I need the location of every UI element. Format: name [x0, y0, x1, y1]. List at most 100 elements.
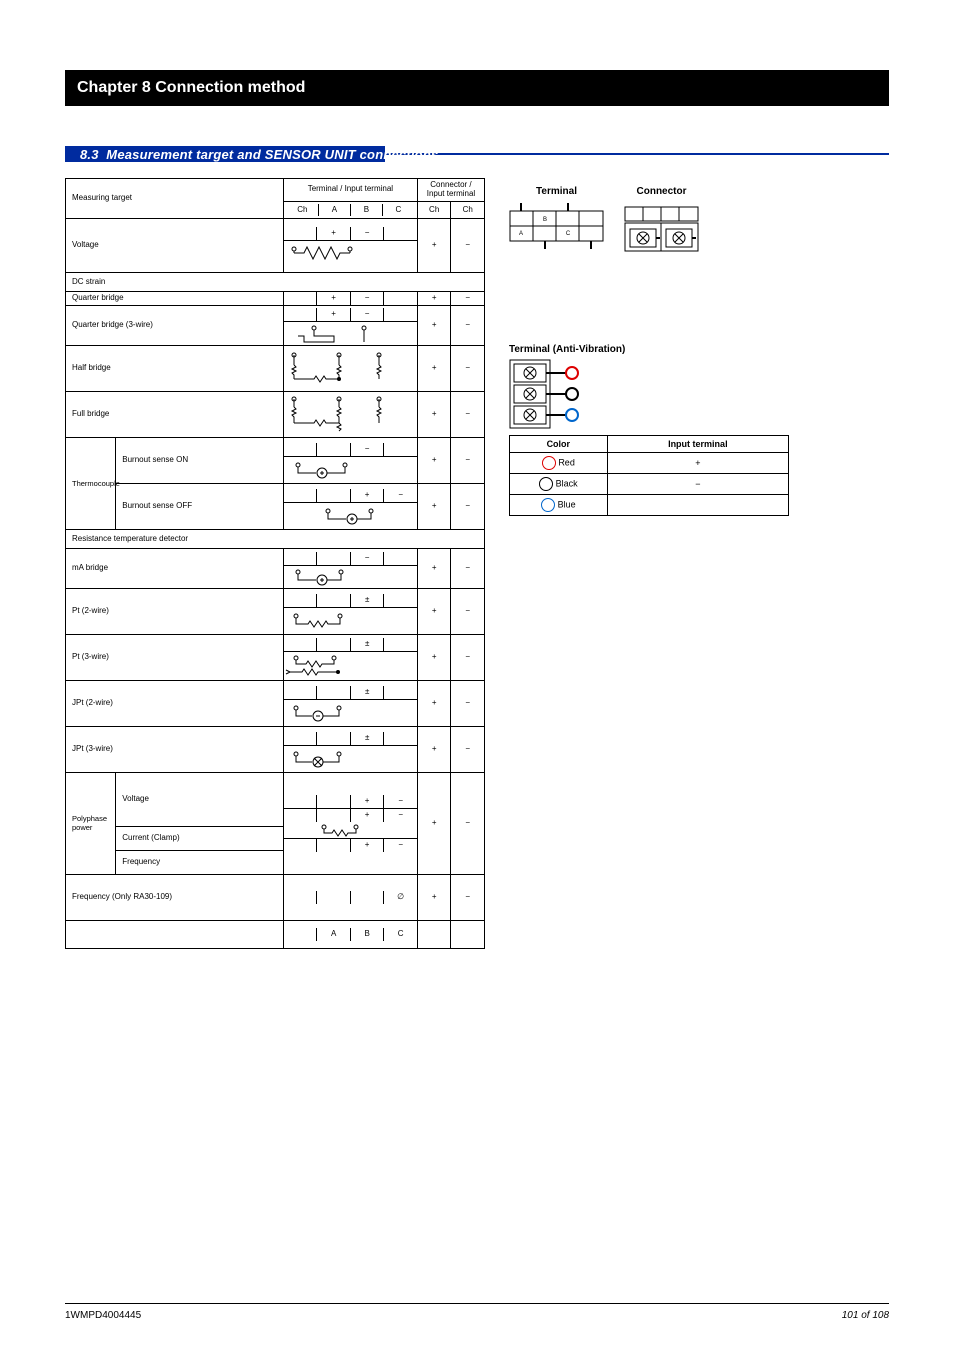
row-quarter3-label: Quarter bridge (3-wire) — [66, 306, 284, 346]
cell-ma-b: − — [351, 552, 385, 565]
th-connector: Connector / Input terminal — [417, 179, 484, 202]
cell-blue-val — [607, 495, 788, 516]
cell-cur-b: + — [351, 809, 385, 822]
cell-jpt3-minus: − — [451, 727, 485, 773]
tc-off-label: OFF — [176, 501, 192, 510]
cell-bot-minus — [451, 921, 485, 949]
row-tc-off-label: Burnout sense OFF — [116, 484, 284, 530]
group-rtd: Resistance temperature detector — [66, 530, 485, 549]
cell-v2-b: + — [351, 795, 385, 808]
ma-bridge-icon — [284, 566, 384, 586]
group-poly: Polyphase power — [66, 773, 116, 875]
cell-ma-plus: + — [417, 549, 451, 589]
section-title-text: 8.3 Measurement target and SENSOR UNIT c… — [80, 147, 438, 162]
lbl-black: Black — [556, 478, 578, 488]
cell-tc-off-b: + — [351, 489, 385, 502]
cell-jpt3-b: ± — [351, 732, 385, 745]
row-full-diag — [283, 392, 417, 438]
cell-ma-minus: − — [451, 549, 485, 589]
th-input: Input terminal — [607, 436, 788, 453]
thermocouple-icon — [284, 457, 384, 479]
row-ma-diag: − — [283, 549, 417, 589]
row-half-label: Half bridge — [66, 346, 284, 392]
row-bottom-label — [66, 921, 284, 949]
cell-quarter-minus: − — [451, 292, 485, 306]
connector-block-icon — [624, 201, 699, 256]
row-freq2-label: Frequency — [116, 851, 284, 875]
connector-heading: Connector — [624, 186, 699, 197]
cell-f2-c: − — [384, 839, 417, 852]
row-jpt3-diag: ± — [283, 727, 417, 773]
vibration-terminal-icon — [509, 359, 599, 429]
pt-3wire-icon — [284, 652, 384, 678]
cell-pt3-minus: − — [451, 635, 485, 681]
cell-poly-plus: + — [417, 773, 451, 875]
cell-quarter-plus: + — [417, 292, 451, 306]
cell-freqonly-minus: − — [451, 875, 485, 921]
cell-full-plus: + — [417, 392, 451, 438]
cell-quarter-b: − — [351, 292, 385, 305]
th-ch2: Ch — [417, 201, 451, 219]
lbl-blue: Blue — [558, 499, 576, 509]
cell-voltage-minus: − — [451, 219, 485, 273]
cell-pt3-plus: + — [417, 635, 451, 681]
cell-full-minus: − — [451, 392, 485, 438]
connection-table: Measuring target Terminal / Input termin… — [65, 178, 485, 949]
svg-text:A: A — [519, 231, 523, 237]
row-jpt2-label: JPt (2-wire) — [66, 681, 284, 727]
cell-bot-plus — [417, 921, 451, 949]
row-ma-label: mA bridge — [66, 549, 284, 589]
clamp-resistor-icon — [284, 822, 384, 838]
cell-voltage-b: − — [351, 227, 385, 240]
poly-diag: + − + − — [283, 773, 417, 875]
cell-jpt3-plus: + — [417, 727, 451, 773]
cell-freqonly-c: ∅ — [384, 891, 417, 904]
page-footer: 1WMPD4004445 101 of 108 — [65, 1303, 889, 1321]
black-ring-icon — [539, 477, 553, 491]
cell-poly-minus: − — [451, 773, 485, 875]
resistor-icon — [284, 241, 384, 265]
thermocouple-off-icon — [284, 503, 384, 525]
row-pt3-label: Pt (3-wire) — [66, 635, 284, 681]
th-a: A — [332, 205, 337, 214]
cell-quarter3-b: − — [351, 308, 385, 321]
cell-quarter3-minus: − — [451, 306, 485, 346]
row-pt3-diag: ± — [283, 635, 417, 681]
row-voltage-label: Voltage — [66, 219, 284, 273]
th-ch-abc: Ch A B C — [283, 201, 417, 219]
row-tc-on: Burnout sense ON — [116, 438, 284, 484]
lbl-red: Red — [558, 457, 575, 467]
cell-jpt2-plus: + — [417, 681, 451, 727]
row-quarter3-diag: + − — [283, 306, 417, 346]
terminal-heading: Terminal — [509, 186, 604, 197]
row-pt2-diag: ± — [283, 589, 417, 635]
row-bottom-diag: A B C — [283, 921, 417, 949]
cell-bot-a: A — [317, 928, 351, 941]
cell-quarter-a: + — [317, 292, 351, 305]
cell-tc-on-minus: − — [451, 438, 485, 484]
row-freqonly-diag: ∅ — [283, 875, 417, 921]
row-voltage2-label: Voltage — [116, 773, 284, 827]
terminal-block-icon: A B C — [509, 201, 604, 256]
cell-red: Red — [510, 453, 608, 474]
section-title: Measurement target and SENSOR UNIT conne… — [106, 147, 438, 162]
row-quarter-diag: + − — [283, 292, 417, 306]
cell-tc-on-plus: + — [417, 438, 451, 484]
th-target: Measuring target — [66, 179, 284, 219]
row-half-diag — [283, 346, 417, 392]
connector-figure — [624, 201, 699, 256]
group-dcstrain: DC strain — [66, 273, 485, 292]
row-voltage-diag: + − — [283, 219, 417, 273]
section-number: 8.3 — [80, 147, 99, 162]
cell-jpt2-b: ± — [351, 686, 385, 699]
cell-half-minus: − — [451, 346, 485, 392]
th-c: C — [396, 205, 402, 214]
svg-text:C: C — [566, 231, 571, 237]
bridge-3wire-icon — [284, 322, 384, 344]
lead-color-table: Color Input terminal Red + Black − Blue — [509, 435, 789, 516]
cell-pt3-b: ± — [351, 638, 385, 651]
tc-on-label: ON — [176, 455, 188, 464]
footer-doc-id: 1WMPD4004445 — [65, 1310, 141, 1321]
jpt-2wire-icon — [284, 700, 384, 722]
row-tc-off-diag: + − — [283, 484, 417, 530]
